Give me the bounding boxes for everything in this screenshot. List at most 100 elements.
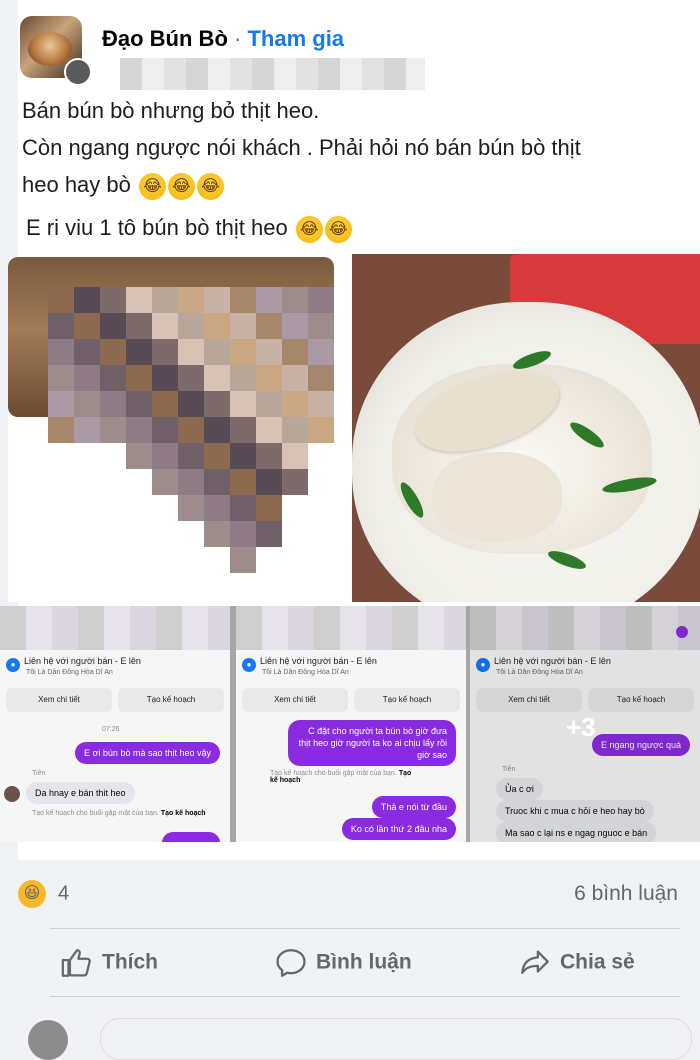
sender-name: Tiên <box>502 766 516 773</box>
post-header: Đạo Bún Bò · Tham gia <box>20 16 660 90</box>
mosaic-pixel <box>178 365 204 391</box>
divider <box>50 996 680 997</box>
plan-hint-text: Tạo kế hoạch cho buổi gặp mặt của bạn. <box>270 770 397 777</box>
current-user-avatar <box>28 1020 68 1060</box>
mosaic-pixel <box>204 391 230 417</box>
outgoing-message: Ko có lần thứ 2 đâu nha <box>341 818 456 840</box>
laugh-emoji-icon: 😂 <box>168 172 195 200</box>
mosaic-pixel <box>256 365 282 391</box>
mosaic-pixel <box>152 365 178 391</box>
share-icon <box>521 950 549 975</box>
mosaic-pixel <box>204 443 230 469</box>
plan-link[interactable]: Tạo kế hoạch <box>161 810 206 817</box>
info-icon[interactable] <box>676 626 688 638</box>
mosaic-pixel <box>100 365 126 391</box>
comment-count[interactable]: 6 bình luận <box>574 882 678 906</box>
mosaic-pixel <box>204 547 230 573</box>
mosaic-pixel <box>100 495 126 521</box>
reaction-summary[interactable]: 😆 4 <box>18 880 69 908</box>
mosaic-pixel <box>230 417 256 443</box>
seller-title: Liên hệ với người bán - E lên <box>260 656 377 666</box>
post-body: Bán bún bò nhưng bỏ thịt heo. Còn ngang … <box>22 92 672 246</box>
mosaic-pixel <box>178 443 204 469</box>
mosaic-pixel <box>256 469 282 495</box>
seller-title: Liên hệ với người bán - E lên <box>494 656 611 666</box>
mosaic-pixel <box>204 313 230 339</box>
mosaic-pixel <box>126 521 152 547</box>
mosaic-pixel <box>48 469 74 495</box>
mosaic-pixel <box>48 417 74 443</box>
comment-label: Bình luận <box>316 950 412 974</box>
chat-screenshot-2[interactable]: ● Liên hệ với người bán - E lên Tôi Là D… <box>236 606 466 842</box>
mosaic-pixel <box>126 391 152 417</box>
mosaic-pixel <box>308 469 334 495</box>
like-label: Thích <box>102 950 158 974</box>
incoming-message: Truoc khi c mua c hỏi e heo hay bò <box>496 800 654 822</box>
group-icon: ● <box>242 658 256 672</box>
create-plan-button[interactable]: Tạo kế hoạch <box>588 688 694 712</box>
mosaic-pixel <box>282 417 308 443</box>
create-plan-button[interactable]: Tạo kế hoạch <box>354 688 460 712</box>
mosaic-pixel <box>100 469 126 495</box>
mosaic-pixel <box>256 313 282 339</box>
mosaic-pixel <box>178 313 204 339</box>
like-button[interactable]: Thích <box>60 946 158 986</box>
mosaic-pixel <box>204 417 230 443</box>
post-line-4: E ri viu 1 tô bún bò thịt heo 😂 😂 <box>22 209 672 246</box>
mosaic-pixel <box>126 469 152 495</box>
mosaic-pixel <box>256 417 282 443</box>
mosaic-pixel <box>74 391 100 417</box>
author-avatar[interactable] <box>64 58 92 86</box>
mosaic-pixel <box>126 495 152 521</box>
mosaic-pixel <box>152 339 178 365</box>
mosaic-pixel <box>100 443 126 469</box>
mosaic-pixel <box>178 547 204 573</box>
blurred-topbar <box>236 606 466 650</box>
mosaic-pixel <box>178 495 204 521</box>
group-title: Đạo Bún Bò · Tham gia <box>102 26 344 52</box>
mosaic-pixel <box>256 521 282 547</box>
post-photo-noodle-bowl[interactable] <box>352 254 700 602</box>
mosaic-pixel <box>152 417 178 443</box>
bowl-image <box>28 32 72 66</box>
view-details-button[interactable]: Xem chi tiết <box>242 688 348 712</box>
mosaic-pixel <box>48 443 74 469</box>
mosaic-pixel <box>282 521 308 547</box>
mosaic-pixel <box>204 495 230 521</box>
pork-slice <box>432 452 562 542</box>
post-line-4-text: E ri viu 1 tô bún bò thịt heo <box>26 215 288 240</box>
mosaic-pixel <box>178 339 204 365</box>
mosaic-pixel <box>308 417 334 443</box>
mosaic-pixel <box>126 417 152 443</box>
mosaic-pixel <box>308 313 334 339</box>
mosaic-pixel <box>256 287 282 313</box>
incoming-message: Da hnay e bán thit heo <box>26 782 135 804</box>
post-photo-blurred-person[interactable] <box>8 257 334 602</box>
mosaic-pixel <box>48 287 74 313</box>
share-button[interactable]: Chia sẻ <box>518 946 635 986</box>
mosaic-pixel <box>256 495 282 521</box>
more-images-overlay[interactable]: +3 <box>566 712 596 743</box>
seller-subtitle: Tôi Là Dân Đông Hòa Dĩ An <box>262 669 349 676</box>
mosaic-pixel <box>308 495 334 521</box>
pixelated-area <box>48 287 334 573</box>
create-plan-button[interactable]: Tạo kế hoạch <box>118 688 224 712</box>
view-details-button[interactable]: Xem chi tiết <box>476 688 582 712</box>
blurred-topbar <box>470 606 700 650</box>
mosaic-pixel <box>308 521 334 547</box>
mosaic-pixel <box>74 339 100 365</box>
mosaic-pixel <box>282 443 308 469</box>
mosaic-pixel <box>204 365 230 391</box>
mosaic-pixel <box>74 547 100 573</box>
chat-screenshot-1[interactable]: ● Liên hệ với người bán - E lên Tôi Là D… <box>0 606 230 842</box>
comment-button[interactable]: Bình luận <box>274 946 412 986</box>
group-name-link[interactable]: Đạo Bún Bò <box>102 26 228 51</box>
mosaic-pixel <box>282 469 308 495</box>
join-button[interactable]: Tham gia <box>247 26 344 51</box>
mosaic-pixel <box>152 547 178 573</box>
view-details-button[interactable]: Xem chi tiết <box>6 688 112 712</box>
mosaic-pixel <box>230 443 256 469</box>
mosaic-pixel <box>48 339 74 365</box>
comment-input[interactable] <box>100 1018 692 1060</box>
group-icon: ● <box>476 658 490 672</box>
